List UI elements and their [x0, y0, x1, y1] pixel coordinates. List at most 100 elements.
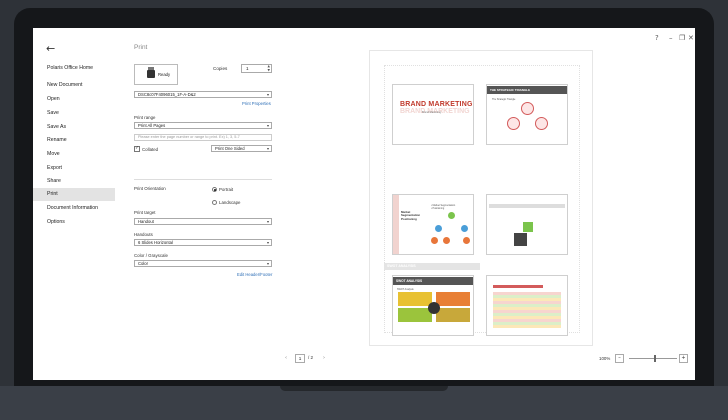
node-icon: [461, 225, 468, 232]
color-label: Color / Grayscale: [134, 253, 168, 258]
node-icon: [463, 237, 470, 244]
printer-properties-link[interactable]: Print Properties: [242, 101, 271, 106]
collated-checkbox[interactable]: ✓: [134, 146, 140, 152]
print-range-value: Print All Pages: [138, 123, 166, 128]
square-shape-icon: [523, 222, 533, 232]
chevron-down-icon: ▾: [266, 240, 269, 245]
overflow-slide-title: SWOT ANALYSIS: [384, 263, 480, 270]
page-range-input[interactable]: Please enter the page number or range to…: [134, 134, 272, 141]
sidebar-item-home[interactable]: Polaris Office Home: [33, 62, 115, 75]
print-button[interactable]: Ready: [134, 64, 178, 85]
node-icon: [431, 237, 438, 244]
minimize-icon[interactable]: –: [669, 34, 673, 42]
backstage-sidebar: ← Polaris Office Home New Document Open …: [33, 28, 115, 380]
node-icon: [435, 225, 442, 232]
slide-title: BRAND MARKETING: [400, 101, 473, 108]
triangle-node-icon: [507, 117, 520, 130]
laptop-base: [0, 386, 728, 420]
stepper-arrows-icon[interactable]: ▲ ▼: [268, 64, 270, 72]
sidebar-item-save-as[interactable]: Save As: [33, 121, 115, 134]
divider: [134, 179, 272, 180]
sidebar-item-document-information[interactable]: Document Information: [33, 202, 115, 215]
landscape-radio[interactable]: [212, 200, 217, 205]
landscape-label: Landscape: [219, 200, 241, 205]
copies-stepper[interactable]: 1 ▲ ▼: [241, 64, 272, 73]
zoom-out-button[interactable]: –: [615, 354, 624, 363]
help-icon[interactable]: ?: [655, 34, 659, 42]
page-number-input[interactable]: 1: [295, 354, 305, 363]
swot-quadrant: [398, 308, 432, 322]
zoom-slider-thumb[interactable]: [654, 355, 657, 362]
page-title: Print: [134, 44, 148, 51]
laptop-base-notch: [280, 386, 448, 391]
next-page-button[interactable]: ›: [323, 355, 325, 361]
print-range-label: Print range: [134, 115, 156, 120]
page-range-placeholder: Please enter the page number or range to…: [138, 135, 240, 139]
edit-header-footer-link[interactable]: Edit Header/Footer: [237, 272, 272, 277]
printer-select-value: DSC8c07F4096015_1F-A-D&2: [138, 92, 196, 97]
print-window: ? – ❐ ✕ ← Polaris Office Home New Docume…: [33, 28, 695, 380]
swot-quadrant: [398, 292, 432, 306]
prev-page-button[interactable]: ‹: [285, 355, 287, 361]
slide-header-bar: [493, 285, 543, 288]
copies-value: 1: [246, 66, 249, 71]
preview-slide-6: [486, 275, 568, 336]
slide-header-bar: THE STRATEGIC TRIANGLE: [487, 86, 567, 94]
printer-status: Ready: [158, 72, 171, 77]
print-settings-panel: Print Ready Copies 1 ▲ ▼ DSC8c07F4096015_…: [134, 28, 274, 380]
preview-slide-5: SWOT ANALYSIS SWOT Analysis: [392, 275, 474, 336]
zoom-in-button[interactable]: +: [679, 354, 688, 363]
sidebar-item-save[interactable]: Save: [33, 107, 115, 120]
copies-label: Copies: [213, 66, 228, 71]
slide-table: [493, 292, 561, 328]
collated-label: Collated: [142, 147, 159, 152]
triangle-node-icon: [535, 117, 548, 130]
slide-header-bar: [489, 204, 565, 208]
portrait-radio[interactable]: [212, 187, 217, 192]
print-target-select[interactable]: Handout ▾: [134, 218, 272, 225]
triangle-node-icon: [521, 102, 534, 115]
printer-icon: [147, 67, 155, 78]
print-sides-value: Print One Sided: [215, 146, 245, 151]
square-shape-icon: [514, 233, 527, 246]
preview-slide-3: Market Segmentation Positioning • Market…: [392, 194, 474, 255]
swot-center-icon: [428, 302, 440, 314]
restore-icon[interactable]: ❐: [679, 34, 685, 42]
node-icon: [443, 237, 450, 244]
print-target-value: Handout: [138, 219, 154, 224]
sidebar-item-move[interactable]: Move: [33, 148, 115, 161]
sidebar-item-print[interactable]: Print: [33, 188, 115, 201]
slide-bullets: • Market Segmentation • Positioning: [431, 204, 456, 210]
sidebar-item-rename[interactable]: Rename: [33, 134, 115, 147]
preview-slide-1: BRAND MARKETING BRAND MARKETING Brand Ma…: [392, 84, 474, 145]
chevron-down-icon: ▾: [266, 219, 269, 224]
print-range-select[interactable]: Print All Pages ▾: [134, 122, 272, 129]
handouts-select[interactable]: 6 Slides Horizontal ▾: [134, 239, 272, 246]
sidebar-item-export[interactable]: Export: [33, 162, 115, 175]
color-value: Color: [138, 261, 149, 266]
slide-subtitle: SWOT Analysis: [397, 288, 414, 291]
swot-quadrant: [436, 308, 470, 322]
handouts-label: Handouts: [134, 232, 153, 237]
orientation-label: Print Orientation: [134, 186, 166, 191]
printer-select[interactable]: DSC8c07F4096015_1F-A-D&2 ▾: [134, 91, 272, 98]
portrait-label: Portrait: [219, 187, 234, 192]
zoom-level: 100%: [599, 356, 611, 361]
handouts-value: 6 Slides Horizontal: [138, 240, 173, 245]
back-arrow-icon[interactable]: ←: [46, 42, 55, 55]
chevron-down-icon: ▾: [266, 146, 269, 151]
page-total: / 2: [308, 355, 314, 360]
close-icon[interactable]: ✕: [688, 34, 694, 42]
sidebar-item-open[interactable]: Open: [33, 93, 115, 106]
slide-subtitle: The Strategic Triangle: [492, 98, 516, 101]
zoom-slider[interactable]: [629, 358, 677, 359]
sidebar-item-options[interactable]: Options: [33, 216, 115, 229]
preview-slide-2: THE STRATEGIC TRIANGLE The Strategic Tri…: [486, 84, 568, 145]
chevron-down-icon: ▾: [266, 123, 269, 128]
sidebar-item-share[interactable]: Share: [33, 175, 115, 188]
print-sides-select[interactable]: Print One Sided ▾: [211, 145, 272, 152]
slide-subtitle: Brand Marketing: [422, 111, 442, 114]
preview-slide-4: [486, 194, 568, 255]
color-select[interactable]: Color ▾: [134, 260, 272, 267]
sidebar-item-new-document[interactable]: New Document: [33, 79, 115, 92]
